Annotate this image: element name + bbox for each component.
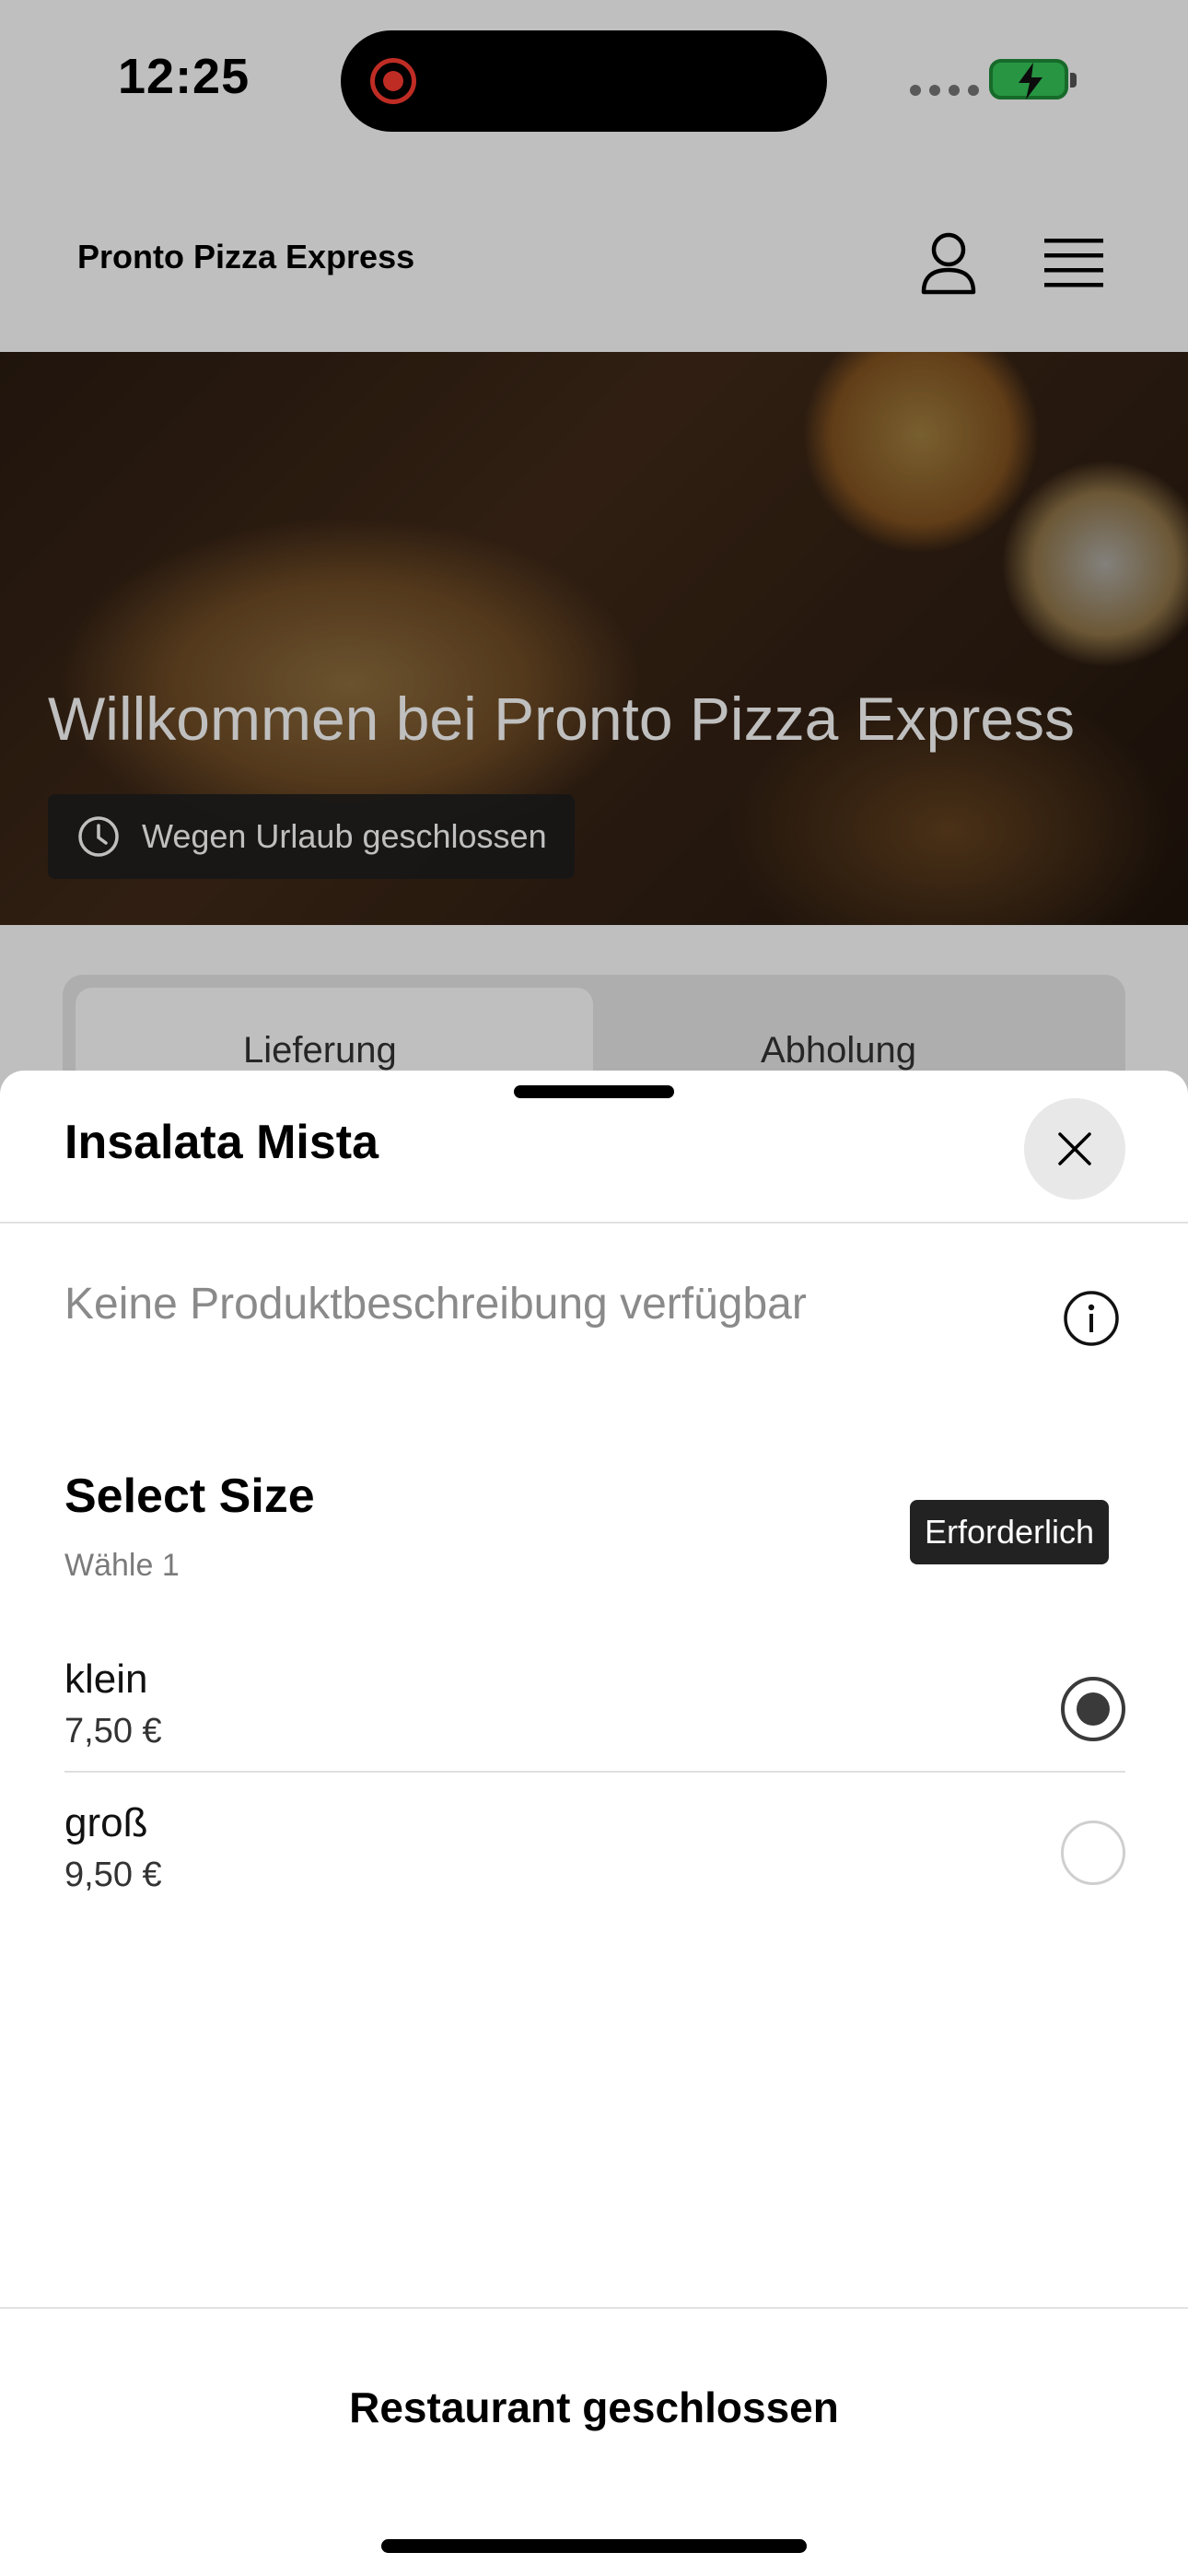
product-sheet: Insalata Mista Keine Produktbeschreibung… (0, 1071, 1188, 2576)
restaurant-closed-button[interactable]: Restaurant geschlossen (0, 2383, 1188, 2432)
product-description: Keine Produktbeschreibung verfügbar (64, 1280, 807, 1329)
option-divider (64, 1771, 1125, 1773)
option-name: klein (64, 1657, 148, 1702)
option-price: 7,50 € (64, 1712, 162, 1751)
required-badge: Erforderlich (910, 1500, 1110, 1564)
option-name: groß (64, 1800, 148, 1845)
product-title: Insalata Mista (64, 1116, 379, 1169)
radio-button-selected[interactable] (1061, 1677, 1125, 1741)
sheet-footer: Restaurant geschlossen (0, 2307, 1188, 2576)
close-button[interactable] (1024, 1098, 1125, 1200)
option-klein[interactable]: klein 7,50 € (64, 1657, 1125, 1795)
close-icon (1058, 1132, 1091, 1165)
option-price: 9,50 € (64, 1856, 162, 1894)
radio-button[interactable] (1061, 1821, 1125, 1885)
option-group-title: Select Size (64, 1469, 315, 1523)
home-indicator[interactable] (381, 2539, 807, 2553)
option-group-subtitle: Wähle 1 (64, 1548, 180, 1583)
option-gross[interactable]: groß 9,50 € (64, 1800, 1125, 1938)
header-divider (0, 1222, 1188, 1224)
info-icon (1064, 1291, 1119, 1346)
sheet-grabber[interactable] (514, 1085, 674, 1098)
info-button[interactable] (1059, 1286, 1124, 1351)
